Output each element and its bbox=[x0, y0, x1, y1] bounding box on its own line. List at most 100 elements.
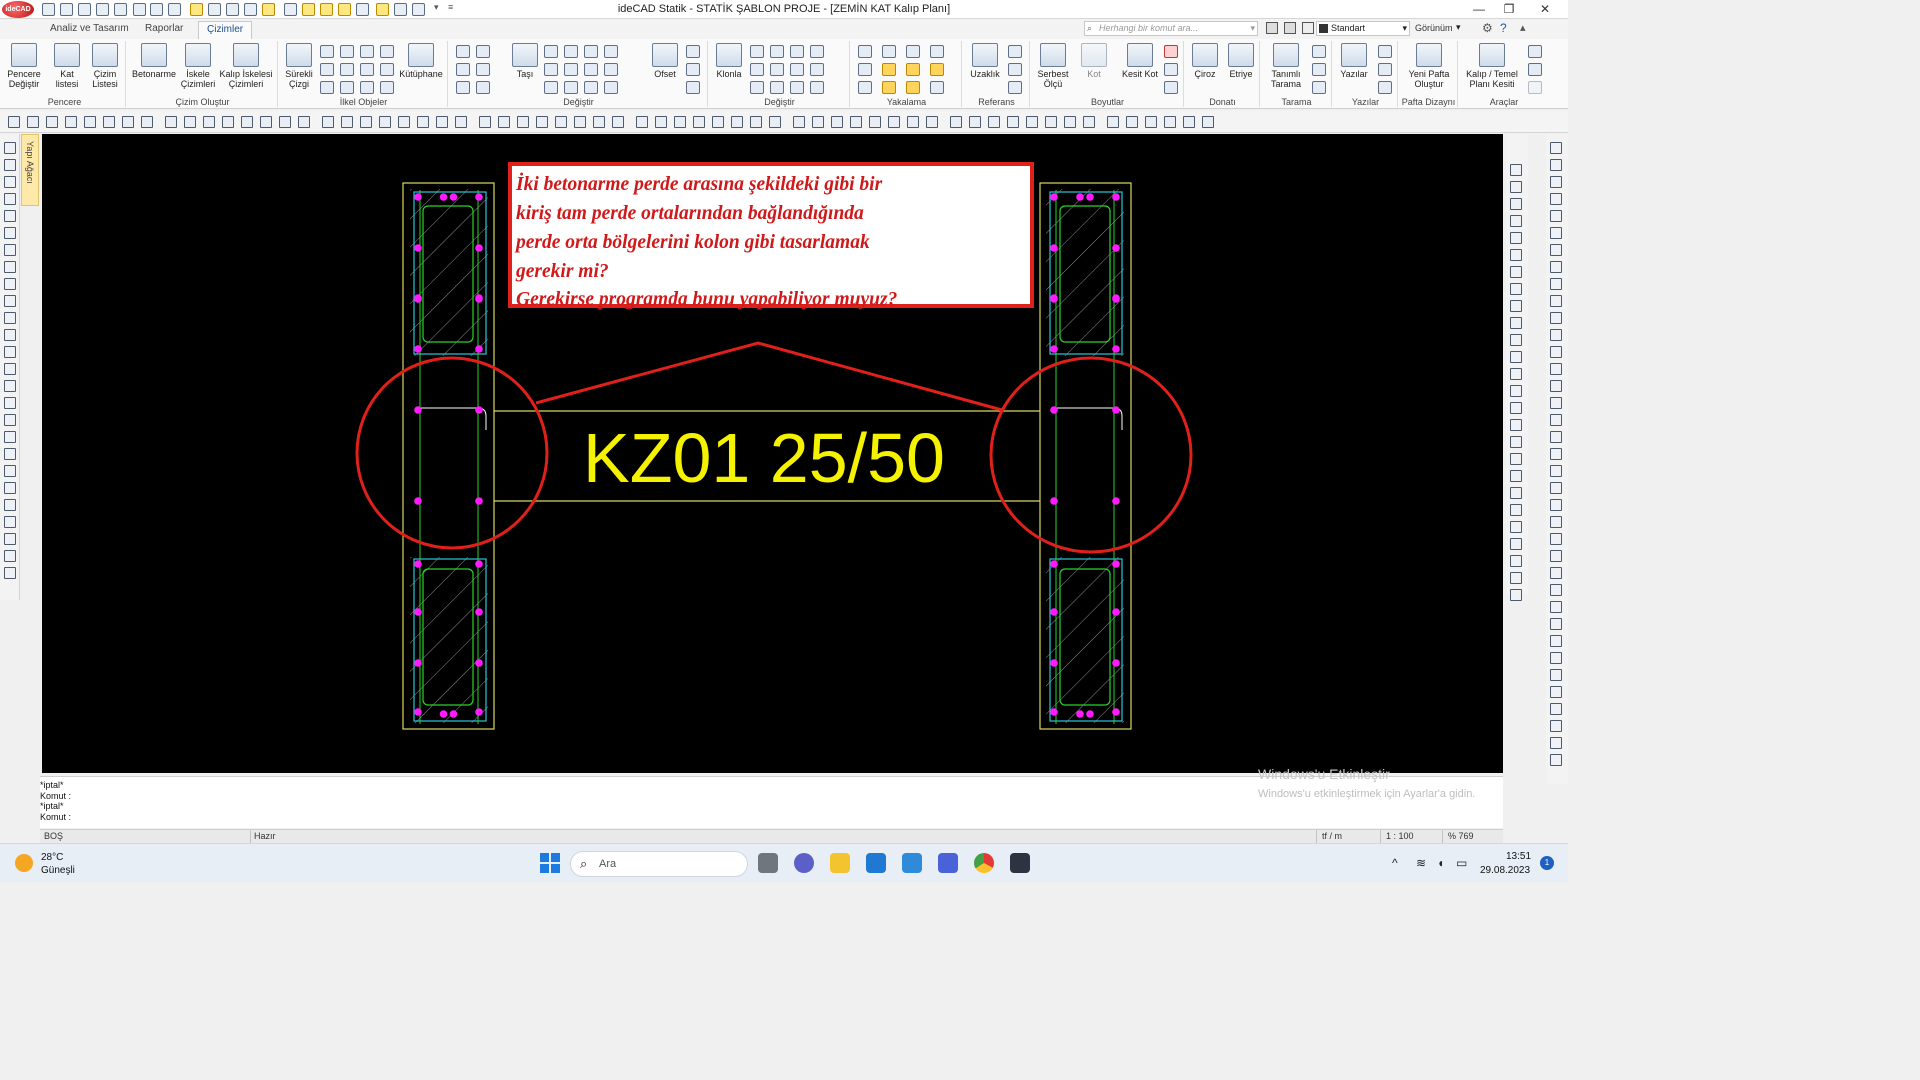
minimize-button[interactable]: — bbox=[1464, 1, 1494, 18]
dim-edit-icon[interactable] bbox=[1164, 63, 1178, 76]
teams-icon[interactable] bbox=[794, 853, 814, 873]
color-tool-icon[interactable] bbox=[417, 116, 429, 128]
grid-tool-icon[interactable] bbox=[379, 116, 391, 128]
chamfer-icon[interactable] bbox=[604, 63, 618, 76]
right-a-tool-22-icon[interactable] bbox=[1510, 521, 1522, 533]
mirror-tool-icon[interactable] bbox=[1183, 116, 1195, 128]
list-icon[interactable] bbox=[1008, 63, 1022, 76]
right-b-tool-29-icon[interactable] bbox=[1550, 618, 1562, 630]
arc-tool-icon[interactable] bbox=[103, 116, 115, 128]
right-b-tool-28-icon[interactable] bbox=[1550, 601, 1562, 613]
right-b-tool-1-icon[interactable] bbox=[1550, 142, 1562, 154]
dim-tool-icon[interactable] bbox=[1107, 116, 1119, 128]
image-tool-icon[interactable] bbox=[574, 116, 586, 128]
spline-icon[interactable] bbox=[360, 45, 374, 58]
left-tool-18-icon[interactable] bbox=[4, 431, 16, 443]
right-a-tool-10-icon[interactable] bbox=[1510, 317, 1522, 329]
hatch-table-icon[interactable] bbox=[1312, 81, 1326, 94]
publish-tool-icon[interactable] bbox=[888, 116, 900, 128]
light-tool-icon[interactable] bbox=[812, 116, 824, 128]
layer-tool-icon[interactable] bbox=[398, 116, 410, 128]
dots-icon[interactable] bbox=[770, 81, 784, 94]
right-a-tool-20-icon[interactable] bbox=[1510, 487, 1522, 499]
right-b-tool-22-icon[interactable] bbox=[1550, 499, 1562, 511]
clock-time[interactable]: 13:51 bbox=[1506, 851, 1531, 862]
snap-end-icon[interactable] bbox=[858, 45, 872, 58]
right-a-tool-18-icon[interactable] bbox=[1510, 453, 1522, 465]
left-tool-7-icon[interactable] bbox=[4, 244, 16, 256]
left-tool-5-icon[interactable] bbox=[4, 210, 16, 222]
ciroz-button[interactable]: Çiroz bbox=[1188, 43, 1222, 79]
right-b-tool-14-icon[interactable] bbox=[1550, 363, 1562, 375]
trim-icon[interactable] bbox=[584, 45, 598, 58]
chrome-icon[interactable] bbox=[974, 853, 994, 873]
scale-icon[interactable] bbox=[544, 81, 558, 94]
hatch-tool-icon[interactable] bbox=[184, 116, 196, 128]
settings-gear-icon[interactable]: ⚙ bbox=[1482, 21, 1493, 35]
mail-icon[interactable] bbox=[866, 853, 886, 873]
text-tool-icon[interactable] bbox=[141, 116, 153, 128]
surekli-cizgi-button[interactable]: Sürekli Çizgi bbox=[282, 43, 316, 89]
preview-tool-icon[interactable] bbox=[869, 116, 881, 128]
match-tool-icon[interactable] bbox=[498, 116, 510, 128]
left-tool-21-icon[interactable] bbox=[4, 482, 16, 494]
match-icon[interactable] bbox=[770, 45, 784, 58]
right-a-tool-2-icon[interactable] bbox=[1510, 181, 1522, 193]
serbest-olcu-button[interactable]: Serbest Ölçü bbox=[1036, 43, 1070, 89]
view-tool-icon[interactable] bbox=[750, 116, 762, 128]
ofset-button[interactable]: Ofset bbox=[650, 43, 680, 79]
text-find-icon[interactable] bbox=[1378, 81, 1392, 94]
tab-cizimler[interactable]: Çizimler bbox=[198, 21, 253, 39]
right-b-tool-4-icon[interactable] bbox=[1550, 193, 1562, 205]
right-a-tool-7-icon[interactable] bbox=[1510, 266, 1522, 278]
right-b-tool-25-icon[interactable] bbox=[1550, 550, 1562, 562]
right-b-tool-21-icon[interactable] bbox=[1550, 482, 1562, 494]
right-b-tool-30-icon[interactable] bbox=[1550, 635, 1562, 647]
betonarme-button[interactable]: Betonarme bbox=[130, 43, 178, 79]
lineweight-tool-icon[interactable] bbox=[455, 116, 467, 128]
left-tool-3-icon[interactable] bbox=[4, 176, 16, 188]
hatch-tool-icon[interactable] bbox=[1126, 116, 1138, 128]
right-a-tool-15-icon[interactable] bbox=[1510, 402, 1522, 414]
zoom-window-tool-icon[interactable] bbox=[969, 116, 981, 128]
left-tool-6-icon[interactable] bbox=[4, 227, 16, 239]
hatch-icon[interactable] bbox=[340, 63, 354, 76]
status-unit[interactable]: tf / m bbox=[1322, 831, 1342, 841]
right-b-tool-7-icon[interactable] bbox=[1550, 244, 1562, 256]
text-edit-icon[interactable] bbox=[456, 45, 470, 58]
paint-icon[interactable] bbox=[810, 81, 824, 94]
id-icon[interactable] bbox=[1008, 81, 1022, 94]
snap-cen-icon[interactable] bbox=[906, 63, 920, 76]
properties-tool-icon[interactable] bbox=[479, 116, 491, 128]
windows-start-icon[interactable] bbox=[540, 853, 560, 873]
text-height-icon[interactable] bbox=[1378, 45, 1392, 58]
polyline-tool-icon[interactable] bbox=[1026, 116, 1038, 128]
left-tool-23-icon[interactable] bbox=[4, 516, 16, 528]
linetype-tool-icon[interactable] bbox=[436, 116, 448, 128]
solid-hatch-icon[interactable] bbox=[1312, 63, 1326, 76]
right-b-tool-35-icon[interactable] bbox=[1550, 720, 1562, 732]
left-tool-13-icon[interactable] bbox=[4, 346, 16, 358]
battery-icon[interactable]: ▭ bbox=[1456, 856, 1467, 870]
measure-tool-icon[interactable] bbox=[593, 116, 605, 128]
render-tool-icon[interactable] bbox=[793, 116, 805, 128]
order-icon[interactable] bbox=[790, 63, 804, 76]
plot-tool-icon[interactable] bbox=[850, 116, 862, 128]
kutuphane-button[interactable]: Kütüphane bbox=[398, 43, 444, 79]
layer-icon[interactable] bbox=[1266, 22, 1278, 34]
right-a-tool-24-icon[interactable] bbox=[1510, 555, 1522, 567]
mirror-tool-icon[interactable] bbox=[241, 116, 253, 128]
dim-style-icon[interactable] bbox=[1164, 81, 1178, 94]
task-view-icon[interactable] bbox=[758, 853, 778, 873]
snap-tool-icon[interactable] bbox=[360, 116, 372, 128]
klonla-button[interactable]: Klonla bbox=[712, 43, 746, 79]
region-icon[interactable] bbox=[380, 81, 394, 94]
polygon-icon[interactable] bbox=[360, 81, 374, 94]
left-tool-26-icon[interactable] bbox=[4, 567, 16, 579]
right-b-tool-11-icon[interactable] bbox=[1550, 312, 1562, 324]
left-tool-1-icon[interactable] bbox=[4, 142, 16, 154]
filter-tool-icon[interactable] bbox=[674, 116, 686, 128]
zoom-tool-icon[interactable] bbox=[950, 116, 962, 128]
right-a-tool-13-icon[interactable] bbox=[1510, 368, 1522, 380]
yeni-pafta-button[interactable]: Yeni Pafta Oluştur bbox=[1402, 43, 1456, 89]
